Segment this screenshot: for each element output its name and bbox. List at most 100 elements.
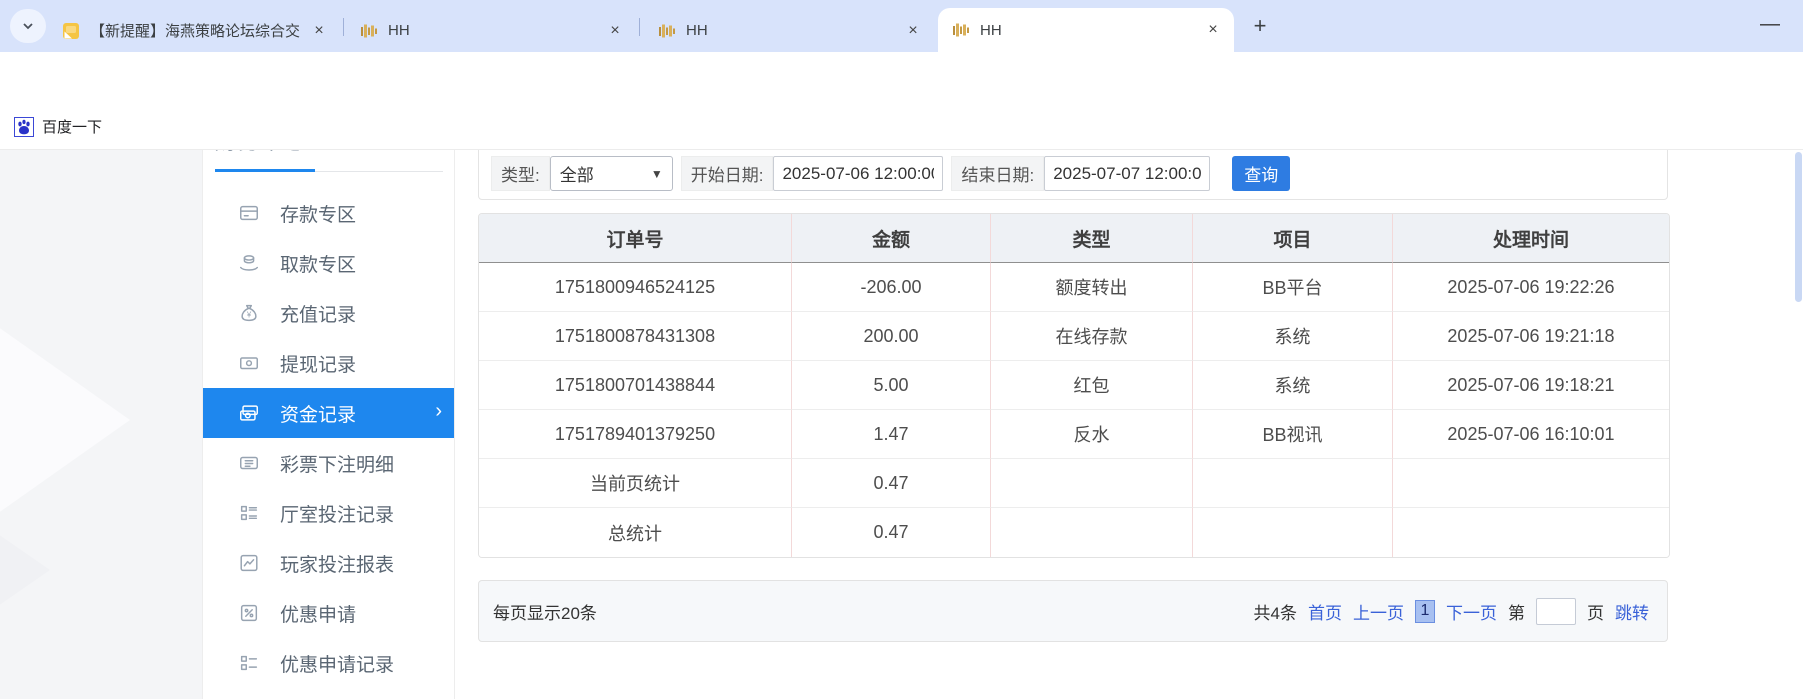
sidebar-item-note[interactable]: 提现记录 bbox=[203, 338, 455, 388]
hh-favicon bbox=[658, 22, 676, 40]
table-column-header: 订单号 bbox=[479, 214, 792, 263]
table-column-header: 处理时间 bbox=[1393, 214, 1669, 263]
window-minimize-button[interactable]: — bbox=[1753, 8, 1787, 42]
sidebar-item-report[interactable]: 玩家投注报表 bbox=[203, 538, 455, 588]
table-column-header: 项目 bbox=[1193, 214, 1393, 263]
sidebar-item-promo[interactable]: 优惠申请 bbox=[203, 588, 455, 638]
promolist-icon bbox=[238, 652, 260, 674]
current-page-indicator[interactable]: 1 bbox=[1415, 600, 1435, 623]
tab-favicon bbox=[62, 22, 80, 40]
filter-bar: 类型: 全部 ▼ 开始日期: 结束日期: 查询 bbox=[478, 150, 1668, 200]
browser-tab[interactable]: 【新提醒】海燕策略论坛综合交 × bbox=[48, 9, 340, 52]
tab-title: HH bbox=[686, 22, 896, 39]
pager: 共4条 首页 上一页 1 下一页 第 页 跳转 bbox=[1254, 598, 1649, 625]
browser-toolbar: ← → yl756.com/hhcp/usercenter.html?iniTy… bbox=[0, 52, 1803, 104]
note-icon bbox=[238, 352, 260, 374]
tab-search-chevron-button[interactable] bbox=[10, 9, 46, 43]
sidebar-divider-accent bbox=[215, 169, 315, 172]
table-column-header: 类型 bbox=[991, 214, 1193, 263]
ticket-icon bbox=[238, 452, 260, 474]
chevron-right-icon: › bbox=[435, 400, 442, 423]
tab-close-icon[interactable]: × bbox=[1202, 19, 1224, 41]
table-cell bbox=[1393, 508, 1669, 557]
end-date-label: 结束日期: bbox=[951, 156, 1044, 191]
table-cell: 2025-07-06 19:22:26 bbox=[1393, 263, 1669, 312]
chevron-down-icon bbox=[21, 19, 35, 33]
report-icon bbox=[238, 552, 260, 574]
table-header: 订单号金额类型项目处理时间 bbox=[479, 214, 1669, 263]
table-cell bbox=[1193, 459, 1393, 508]
table-cell bbox=[1393, 459, 1669, 508]
sidebar-item-card[interactable]: 存款专区 bbox=[203, 188, 455, 238]
page-prefix-text: 第 bbox=[1508, 599, 1525, 624]
browser-tab[interactable]: HH × bbox=[346, 9, 636, 52]
table-row: 当前页统计0.47 bbox=[479, 459, 1669, 508]
table-column-header: 金额 bbox=[792, 214, 991, 263]
table-row: 1751800878431308200.00在线存款系统2025-07-06 1… bbox=[479, 312, 1669, 361]
table-cell: 0.47 bbox=[792, 508, 991, 557]
next-page-link[interactable]: 下一页 bbox=[1446, 599, 1497, 624]
type-label: 类型: bbox=[491, 156, 550, 191]
hand-icon bbox=[238, 252, 260, 274]
sidebar-item-hand[interactable]: 取款专区 bbox=[203, 238, 455, 288]
browser-tab[interactable]: HH × bbox=[644, 9, 934, 52]
page-number-input[interactable] bbox=[1536, 598, 1576, 625]
query-button[interactable]: 查询 bbox=[1232, 156, 1290, 191]
bag-icon: ¥ bbox=[238, 302, 260, 324]
type-select-value: 全部 bbox=[560, 161, 594, 186]
sidebar-header: 财务中心 bbox=[215, 150, 307, 156]
sidebar-item-ticket[interactable]: 彩票下注明细 bbox=[203, 438, 455, 488]
tab-favicon bbox=[658, 22, 676, 40]
decorative-triangle bbox=[0, 480, 50, 660]
jump-link[interactable]: 跳转 bbox=[1615, 599, 1649, 624]
pagination-bar: 每页显示20条 共4条 首页 上一页 1 下一页 第 页 跳转 bbox=[478, 580, 1668, 642]
table-cell: 0.47 bbox=[792, 459, 991, 508]
sidebar-menu: 存款专区取款专区 ¥ 充值记录提现记录资金记录 › 彩票下注明细厅室投注记录玩家投注报表… bbox=[203, 188, 455, 688]
tab-title: HH bbox=[388, 22, 598, 39]
bookmark-baidu[interactable]: 百度一下 bbox=[14, 116, 102, 137]
table-cell: 1751789401379250 bbox=[479, 410, 792, 459]
bookmarks-bar: 百度一下 bbox=[0, 104, 1803, 150]
hh-favicon bbox=[952, 21, 970, 39]
start-date-label: 开始日期: bbox=[681, 156, 774, 191]
sidebar-item-bag[interactable]: ¥ 充值记录 bbox=[203, 288, 455, 338]
sidebar-item-list[interactable]: 厅室投注记录 bbox=[203, 488, 455, 538]
prev-page-link[interactable]: 上一页 bbox=[1353, 599, 1404, 624]
page-left-background bbox=[0, 150, 202, 699]
table-cell: 当前页统计 bbox=[479, 459, 792, 508]
table-body: 1751800946524125-206.00额度转出BB平台2025-07-0… bbox=[479, 263, 1669, 557]
sidebar-item-cash[interactable]: 资金记录 › bbox=[203, 388, 455, 438]
tab-close-icon[interactable]: × bbox=[902, 20, 924, 42]
funds-record-panel: 类型: 全部 ▼ 开始日期: 结束日期: 查询 bbox=[478, 150, 1668, 699]
table-cell bbox=[1193, 508, 1393, 557]
table-cell: 在线存款 bbox=[991, 312, 1193, 361]
table-cell: BB视讯 bbox=[1193, 410, 1393, 459]
tab-strip: 【新提醒】海燕策略论坛综合交 × HH × HH × HH × + — bbox=[0, 0, 1803, 52]
table-cell: 2025-07-06 16:10:01 bbox=[1393, 410, 1669, 459]
funds-record-table: 订单号金额类型项目处理时间 1751800946524125-206.00额度转… bbox=[478, 213, 1670, 558]
table-cell: 1751800946524125 bbox=[479, 263, 792, 312]
sidebar-item-label: 优惠申请记录 bbox=[280, 650, 394, 677]
sidebar-item-label: 充值记录 bbox=[280, 300, 356, 327]
sidebar-item-promolist[interactable]: 优惠申请记录 bbox=[203, 638, 455, 688]
cash-icon bbox=[238, 402, 260, 424]
sidebar-item-label: 资金记录 bbox=[280, 400, 356, 427]
sidebar-item-label: 优惠申请 bbox=[280, 600, 356, 627]
start-date-input[interactable] bbox=[773, 156, 943, 191]
first-page-link[interactable]: 首页 bbox=[1308, 599, 1342, 624]
end-date-input[interactable] bbox=[1044, 156, 1210, 191]
tab-close-icon[interactable]: × bbox=[604, 20, 626, 42]
new-tab-button[interactable]: + bbox=[1246, 13, 1274, 41]
card-icon bbox=[238, 202, 260, 224]
tab-title: HH bbox=[980, 22, 1196, 39]
table-row: 1751800946524125-206.00额度转出BB平台2025-07-0… bbox=[479, 263, 1669, 312]
tab-title: 【新提醒】海燕策略论坛综合交 bbox=[90, 20, 302, 41]
tab-favicon bbox=[360, 22, 378, 40]
tab-close-icon[interactable]: × bbox=[308, 20, 330, 42]
table-cell: 系统 bbox=[1193, 312, 1393, 361]
baidu-paw-icon bbox=[14, 117, 34, 137]
page-scrollbar[interactable] bbox=[1795, 152, 1802, 302]
browser-tab[interactable]: HH × bbox=[938, 8, 1234, 52]
type-select[interactable]: 全部 ▼ bbox=[550, 156, 673, 191]
table-cell: 反水 bbox=[991, 410, 1193, 459]
